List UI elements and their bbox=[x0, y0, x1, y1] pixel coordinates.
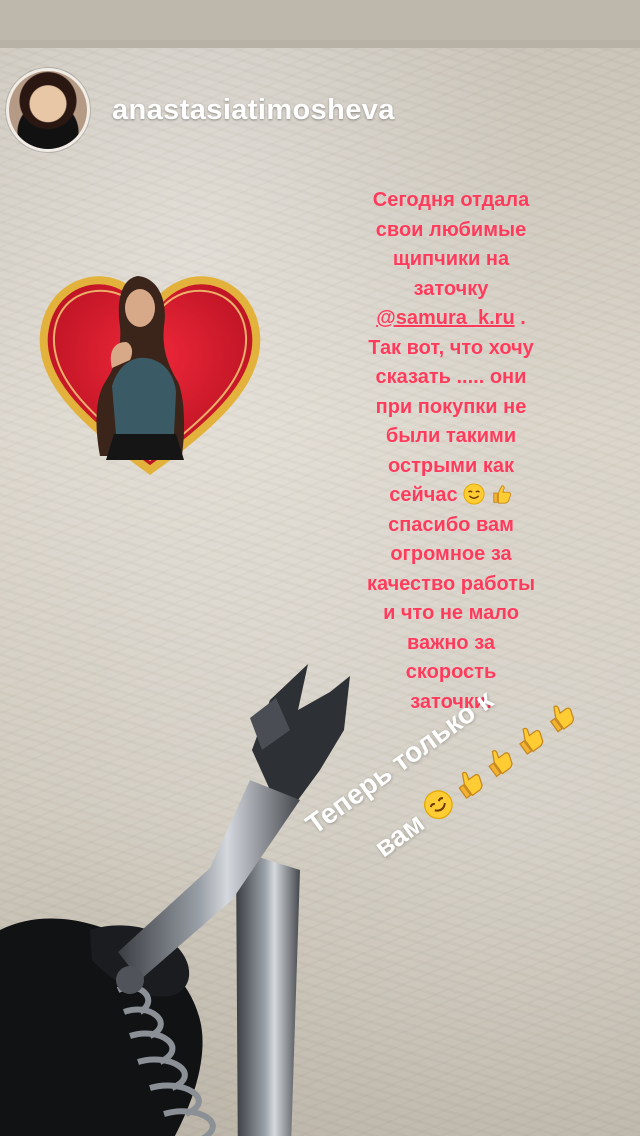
smiling-face-icon bbox=[463, 483, 485, 505]
thumbs-up-icon bbox=[493, 485, 511, 504]
caption-line: свои любимые bbox=[375, 218, 527, 241]
caption-line: качество работы bbox=[366, 572, 536, 595]
caption-text: сейчас bbox=[389, 484, 458, 506]
story-progress-bar bbox=[0, 40, 640, 48]
cuticle-nipper-photo bbox=[0, 664, 350, 1136]
caption-line-mention: @samura_k.ru . bbox=[326, 304, 576, 334]
caption-line: огромное за bbox=[390, 543, 512, 565]
username[interactable]: anastasiatimosheva bbox=[112, 94, 395, 127]
avatar[interactable] bbox=[6, 68, 90, 152]
story-frame[interactable]: anastasiatimosheva Сегодня отдала свои л… bbox=[0, 40, 640, 1136]
caption-line: щипчики на bbox=[392, 248, 510, 270]
heart-sticker bbox=[39, 276, 261, 475]
caption-line: острыми как bbox=[388, 454, 514, 477]
caption-line: при покупки не bbox=[375, 395, 527, 418]
story-header: anastasiatimosheva bbox=[6, 64, 626, 156]
caption-line: спасибо вам bbox=[388, 513, 514, 536]
caption-line: Так вот, что хочу bbox=[368, 336, 534, 359]
mention-link[interactable]: @samura_k.ru bbox=[376, 307, 514, 329]
caption-line: сказать ..... они bbox=[375, 366, 527, 388]
caption-line: Сегодня отдала bbox=[372, 189, 530, 211]
caption-line: заточку bbox=[413, 277, 489, 300]
caption-line: были такими bbox=[385, 425, 517, 447]
caption-text: . bbox=[514, 307, 526, 329]
caption-line-with-emoji: сейчас bbox=[326, 481, 576, 511]
